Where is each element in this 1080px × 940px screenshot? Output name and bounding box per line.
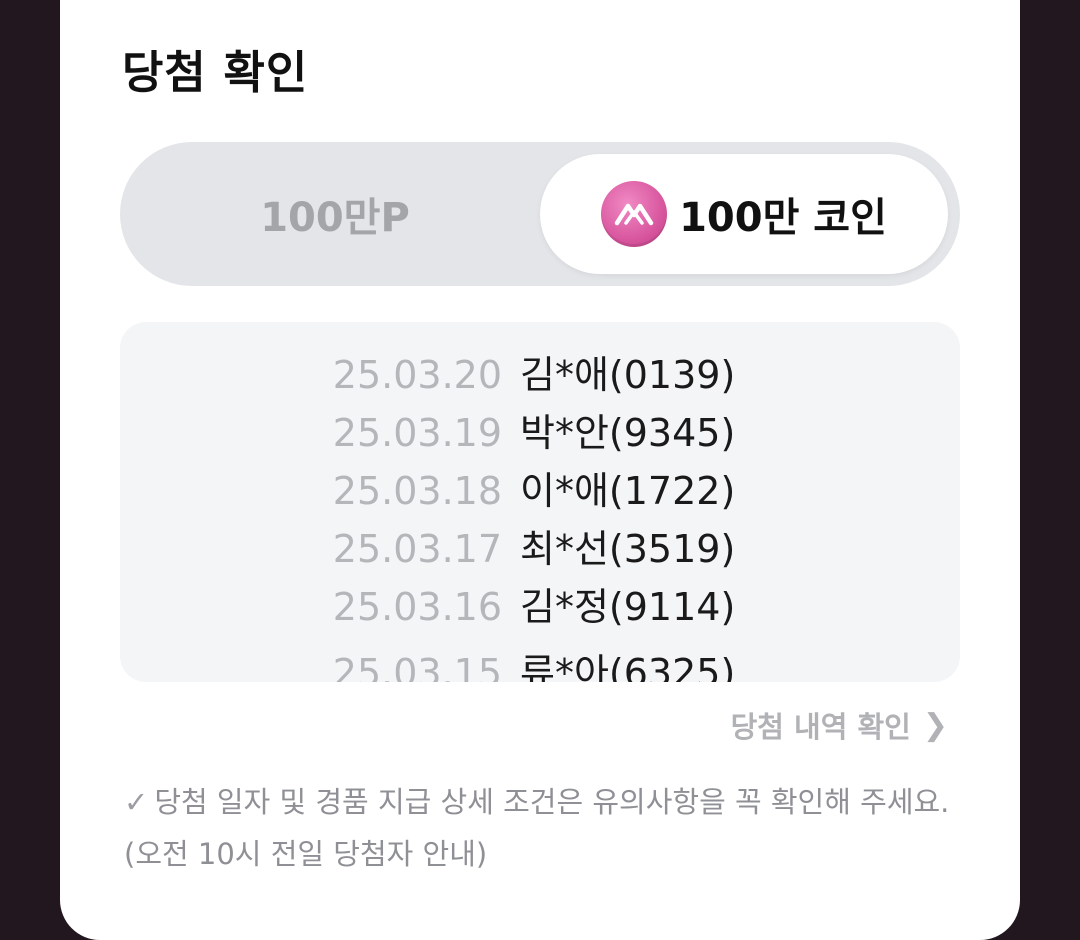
winner-list[interactable]: 25.03.20 김*애(0139) 25.03.19 박*안(9345) 25…	[120, 322, 960, 682]
tab-label: 100만P	[260, 195, 410, 241]
winner-name: 최*선(3519)	[520, 527, 736, 571]
winner-date: 25.03.18	[332, 469, 502, 513]
prize-toggle: 100만P 100만 코인	[120, 142, 960, 286]
coin-icon	[601, 181, 668, 247]
notice-label: 당첨 일자 및 경품 지급 상세 조건은 유의사항을 꼭 확인해 주세요. (오…	[124, 785, 950, 871]
winner-name: 류*아(6325)	[520, 651, 736, 682]
page-title: 당첨 확인	[122, 46, 309, 99]
tab-label: 100만 코인	[679, 195, 887, 241]
winner-name: 이*애(1722)	[520, 469, 736, 513]
winner-name: 김*애(0139)	[520, 353, 736, 397]
winner-row: 25.03.20 김*애(0139)	[120, 346, 960, 404]
winner-date: 25.03.17	[332, 527, 502, 571]
winner-date: 25.03.16	[332, 585, 502, 629]
winner-row: 25.03.18 이*애(1722)	[120, 462, 960, 520]
winner-row: 25.03.19 박*안(9345)	[120, 404, 960, 462]
notice-text: ✓ 당첨 일자 및 경품 지급 상세 조건은 유의사항을 꼭 확인해 주세요. (…	[124, 776, 954, 880]
winner-history-link[interactable]: 당첨 내역 확인 ❯	[731, 704, 948, 746]
winner-name: 박*안(9345)	[520, 411, 736, 455]
winner-row: 25.03.15 류*아(6325)	[120, 644, 960, 682]
winner-date: 25.03.19	[332, 411, 502, 455]
tab-100man-points[interactable]: 100만P	[132, 154, 538, 274]
tab-100man-coin[interactable]: 100만 코인	[540, 154, 948, 274]
chevron-right-icon: ❯	[922, 707, 948, 743]
winner-date: 25.03.15	[332, 651, 502, 682]
check-icon: ✓	[124, 785, 149, 819]
winner-row: 25.03.17 최*선(3519)	[120, 520, 960, 578]
history-link-label: 당첨 내역 확인	[730, 710, 911, 744]
winner-row: 25.03.16 김*정(9114)	[120, 578, 960, 636]
winner-date: 25.03.20	[332, 353, 502, 397]
winner-name: 김*정(9114)	[520, 585, 736, 629]
